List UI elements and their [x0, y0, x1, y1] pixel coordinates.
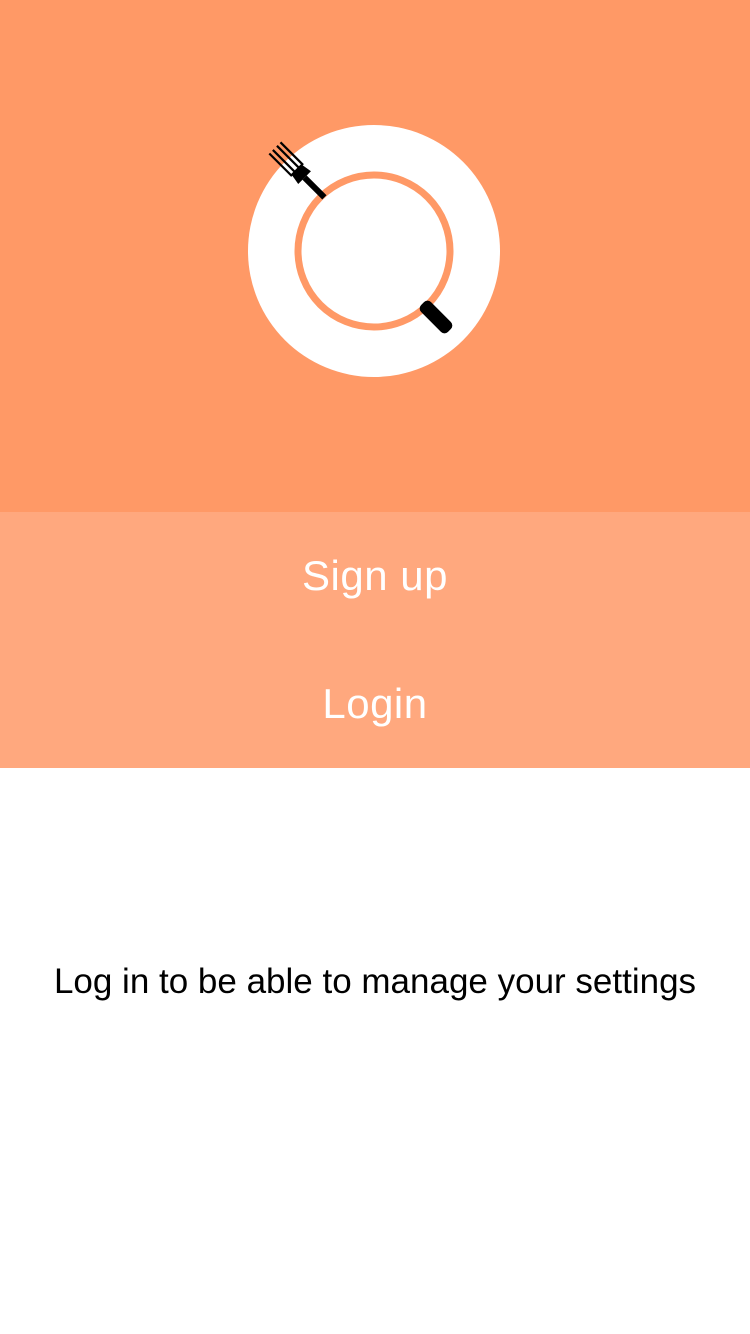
signup-label: Sign up — [302, 552, 448, 599]
hero-banner — [0, 0, 750, 512]
login-button[interactable]: Login — [0, 640, 750, 768]
content-area: Log in to be able to manage your setting… — [0, 768, 750, 1334]
auth-actions: Sign up Login — [0, 512, 750, 768]
signup-button[interactable]: Sign up — [0, 512, 750, 640]
plate-fork-knife-icon — [246, 124, 502, 380]
login-label: Login — [322, 680, 428, 727]
login-prompt-text: Log in to be able to manage your setting… — [53, 962, 697, 1001]
